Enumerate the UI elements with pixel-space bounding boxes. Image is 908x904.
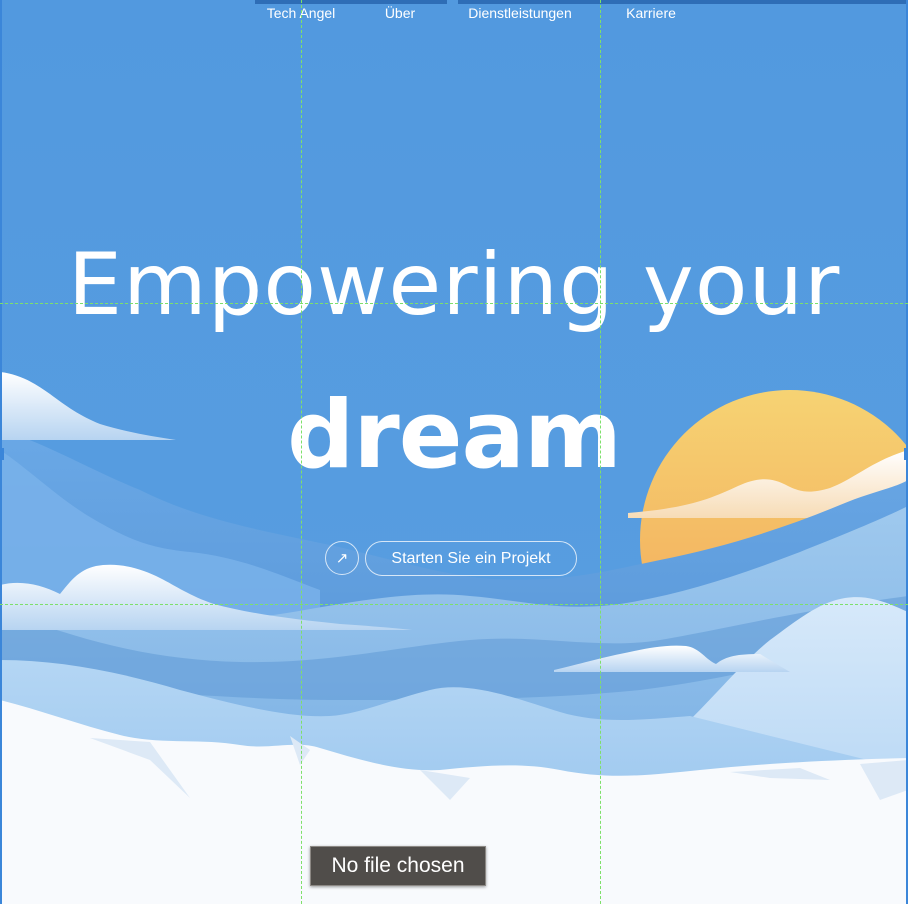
hero-title-emphasis: dream xyxy=(287,381,622,490)
layout-guide-vertical xyxy=(600,0,601,904)
arrow-up-right-icon[interactable]: ↗ xyxy=(325,541,359,575)
nav-link-karriere[interactable]: Karriere xyxy=(626,4,676,22)
hero-title: Empowering your xyxy=(67,235,841,335)
hero-section: Tech Angel Über Dienstleistungen Karrier… xyxy=(0,0,908,904)
start-project-button[interactable]: Starten Sie ein Projekt xyxy=(365,541,577,576)
main-nav: Tech Angel Über Dienstleistungen Karrier… xyxy=(0,4,908,24)
layout-guide-horizontal xyxy=(0,604,908,605)
file-input-tooltip: No file chosen xyxy=(310,846,486,886)
nav-link-dienstleistungen[interactable]: Dienstleistungen xyxy=(468,4,572,22)
layout-guide-vertical xyxy=(301,0,302,904)
nav-link-ueber[interactable]: Über xyxy=(385,4,415,22)
layout-guide-horizontal xyxy=(0,303,908,304)
